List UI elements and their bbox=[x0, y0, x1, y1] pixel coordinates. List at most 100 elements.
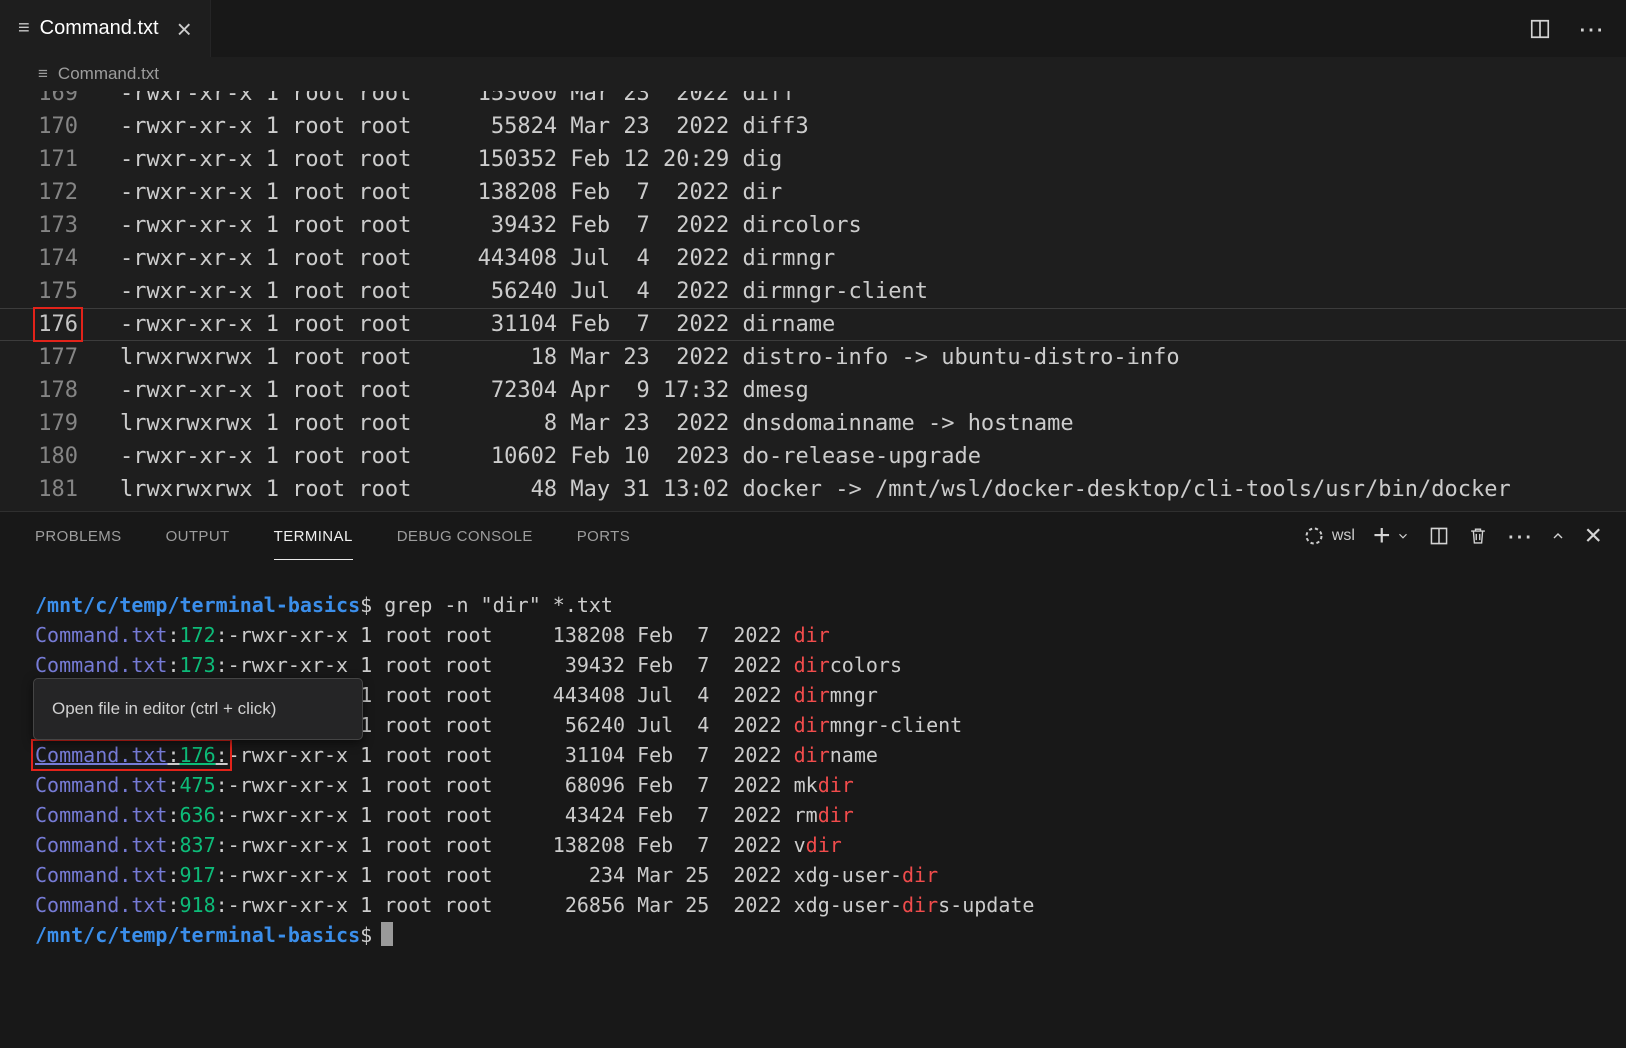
editor-line-row[interactable]: 175-rwxr-xr-x 1 root root 56240 Jul 4 20… bbox=[0, 275, 1626, 308]
panel-tab-label: DEBUG CONSOLE bbox=[397, 528, 533, 545]
link-tooltip: Open file in editor (ctrl + click) bbox=[33, 678, 363, 740]
grep-file-name: Command.txt bbox=[35, 773, 167, 797]
grep-line-number: 837 bbox=[180, 833, 216, 857]
grep-match: dir bbox=[794, 623, 830, 647]
grep-line-body: -rwxr-xr-x 1 root root 138208 Feb 7 2022 bbox=[228, 833, 794, 857]
kill-terminal-trash-icon[interactable] bbox=[1468, 526, 1488, 546]
editor-line-row[interactable]: 176-rwxr-xr-x 1 root root 31104 Feb 7 20… bbox=[0, 308, 1626, 341]
line-number: 169 bbox=[0, 91, 78, 110]
grep-match: dir bbox=[794, 743, 830, 767]
grep-match: dir bbox=[794, 653, 830, 677]
line-number: 172 bbox=[0, 176, 78, 209]
grep-file-name: Command.txt bbox=[35, 893, 167, 917]
editor-line-row[interactable]: 180-rwxr-xr-x 1 root root 10602 Feb 10 2… bbox=[0, 440, 1626, 473]
terminal-prompt: /mnt/c/temp/terminal-basics bbox=[35, 923, 360, 947]
grep-result-row: Command.txt:837:-rwxr-xr-x 1 root root 1… bbox=[35, 830, 1626, 860]
grep-match: dir bbox=[902, 863, 938, 887]
grep-file-link[interactable]: Command.txt:173: bbox=[35, 653, 228, 677]
editor-line-text: -rwxr-xr-x 1 root root 72304 Apr 9 17:32… bbox=[78, 374, 809, 407]
editor-tab-bar: ≡ Command.txt × ⋯ bbox=[0, 0, 1626, 57]
grep-file-name: Command.txt bbox=[35, 743, 167, 767]
grep-file-link[interactable]: Command.txt:475: bbox=[35, 773, 228, 797]
editor-line-text: lrwxrwxrwx 1 root root 8 Mar 23 2022 dns… bbox=[78, 407, 1074, 440]
grep-result-row: Command.txt:636:-rwxr-xr-x 1 root root 4… bbox=[35, 800, 1626, 830]
editor[interactable]: 169-rwxr-xr-x 1 root root 153080 Mar 23 … bbox=[0, 91, 1626, 511]
editor-line-text: lrwxrwxrwx 1 root root 48 May 31 13:02 d… bbox=[78, 473, 1511, 506]
line-number: 170 bbox=[0, 110, 78, 143]
editor-line-text: -rwxr-xr-x 1 root root 31104 Feb 7 2022 … bbox=[78, 308, 835, 341]
panel-tabs: PROBLEMS OUTPUT TERMINAL DEBUG CONSOLE P… bbox=[35, 512, 630, 560]
prompt-dollar: $ bbox=[360, 923, 372, 947]
terminal-profile-label: wsl bbox=[1332, 527, 1355, 545]
panel-tab-terminal[interactable]: TERMINAL bbox=[274, 512, 353, 560]
tab-close-icon[interactable]: × bbox=[177, 16, 192, 42]
terminal-command: grep -n "dir" *.txt bbox=[372, 593, 613, 617]
grep-match: dir bbox=[794, 713, 830, 737]
grep-line-body: -rwxr-xr-x 1 root root 39432 Feb 7 2022 bbox=[228, 653, 794, 677]
line-number: 181 bbox=[0, 473, 78, 506]
grep-line-number: 917 bbox=[180, 863, 216, 887]
terminal-more-actions-icon[interactable]: ⋯ bbox=[1506, 523, 1532, 549]
grep-file-link[interactable]: Command.txt:917: bbox=[35, 863, 228, 887]
editor-line-row[interactable]: 178-rwxr-xr-x 1 root root 72304 Apr 9 17… bbox=[0, 374, 1626, 407]
text-file-icon: ≡ bbox=[18, 17, 30, 40]
close-panel-icon[interactable]: × bbox=[1584, 521, 1602, 551]
grep-file-link[interactable]: Command.txt:918: bbox=[35, 893, 228, 917]
panel-tab-label: TERMINAL bbox=[274, 528, 353, 545]
line-number: 174 bbox=[0, 242, 78, 275]
terminal[interactable]: /mnt/c/temp/terminal-basics$ grep -n "di… bbox=[0, 560, 1626, 950]
grep-file-name: Command.txt bbox=[35, 623, 167, 647]
tab-title: Command.txt bbox=[40, 17, 159, 40]
line-number: 179 bbox=[0, 407, 78, 440]
grep-file-link[interactable]: Command.txt:176: bbox=[35, 743, 228, 767]
panel-tab-debug-console[interactable]: DEBUG CONSOLE bbox=[397, 512, 533, 560]
grep-file-link[interactable]: Command.txt:636: bbox=[35, 803, 228, 827]
maximize-panel-chevron-up-icon[interactable] bbox=[1550, 528, 1566, 544]
terminal-profile[interactable]: wsl bbox=[1304, 526, 1355, 546]
link-tooltip-text: Open file in editor (ctrl + click) bbox=[52, 699, 276, 719]
panel-tab-ports[interactable]: PORTS bbox=[577, 512, 630, 560]
new-terminal-icon[interactable]: + bbox=[1373, 521, 1391, 551]
grep-result-row: Command.txt:176:-rwxr-xr-x 1 root root 3… bbox=[35, 740, 1626, 770]
annotation-red-box: 176 bbox=[38, 312, 78, 337]
editor-line-row[interactable]: 171-rwxr-xr-x 1 root root 150352 Feb 12 … bbox=[0, 143, 1626, 176]
grep-file-link[interactable]: Command.txt:837: bbox=[35, 833, 228, 857]
editor-more-actions-icon[interactable]: ⋯ bbox=[1578, 16, 1604, 42]
line-number: 173 bbox=[0, 209, 78, 242]
editor-line-row[interactable]: 172-rwxr-xr-x 1 root root 138208 Feb 7 2… bbox=[0, 176, 1626, 209]
editor-line-row[interactable]: 181lrwxrwxrwx 1 root root 48 May 31 13:0… bbox=[0, 473, 1626, 506]
grep-line-number: 172 bbox=[180, 623, 216, 647]
editor-line-row[interactable]: 174-rwxr-xr-x 1 root root 443408 Jul 4 2… bbox=[0, 242, 1626, 275]
editor-tab-command-txt[interactable]: ≡ Command.txt × bbox=[0, 0, 211, 57]
grep-file-link[interactable]: Command.txt:172: bbox=[35, 623, 228, 647]
grep-line-body: -rwxr-xr-x 1 root root 31104 Feb 7 2022 bbox=[228, 743, 794, 767]
clipped-line: 169-rwxr-xr-x 1 root root 153080 Mar 23 … bbox=[0, 91, 1626, 110]
grep-result-row: Command.txt:173:-rwxr-xr-x 1 root root 3… bbox=[35, 650, 1626, 680]
grep-match: dir bbox=[806, 833, 842, 857]
text-file-icon: ≡ bbox=[38, 64, 48, 84]
grep-match: dir bbox=[794, 683, 830, 707]
line-number: 176 bbox=[0, 308, 78, 341]
grep-result-row: Command.txt:475:-rwxr-xr-x 1 root root 6… bbox=[35, 770, 1626, 800]
editor-line-row[interactable]: 170-rwxr-xr-x 1 root root 55824 Mar 23 2… bbox=[0, 110, 1626, 143]
editor-line-row[interactable]: 177lrwxrwxrwx 1 root root 18 Mar 23 2022… bbox=[0, 341, 1626, 374]
editor-line-row[interactable]: 173-rwxr-xr-x 1 root root 39432 Feb 7 20… bbox=[0, 209, 1626, 242]
editor-line-text: -rwxr-xr-x 1 root root 55824 Mar 23 2022… bbox=[78, 110, 809, 143]
split-editor-icon[interactable] bbox=[1528, 17, 1552, 41]
editor-line-row[interactable]: 169-rwxr-xr-x 1 root root 153080 Mar 23 … bbox=[0, 91, 1626, 110]
terminal-prompt-row: /mnt/c/temp/terminal-basics$ grep -n "di… bbox=[35, 590, 1626, 620]
panel-tab-output[interactable]: OUTPUT bbox=[166, 512, 230, 560]
grep-line-body: -rwxr-xr-x 1 root root 138208 Feb 7 2022 bbox=[228, 623, 794, 647]
editor-line-row[interactable]: 179lrwxrwxrwx 1 root root 8 Mar 23 2022 … bbox=[0, 407, 1626, 440]
breadcrumb-item-file[interactable]: Command.txt bbox=[58, 64, 159, 84]
line-number: 175 bbox=[0, 275, 78, 308]
grep-line-body: -rwxr-xr-x 1 root root 68096 Feb 7 2022 bbox=[228, 773, 794, 797]
split-terminal-icon[interactable] bbox=[1428, 525, 1450, 547]
panel-tab-problems[interactable]: PROBLEMS bbox=[35, 512, 122, 560]
grep-file-name: Command.txt bbox=[35, 653, 167, 677]
terminal-profile-dropdown-icon[interactable] bbox=[1396, 529, 1410, 543]
breadcrumb[interactable]: ≡ Command.txt bbox=[0, 57, 1626, 91]
terminal-prompt-row[interactable]: /mnt/c/temp/terminal-basics$ bbox=[35, 920, 1626, 950]
grep-result-row: Command.txt:918:-rwxr-xr-x 1 root root 2… bbox=[35, 890, 1626, 920]
panel-tab-label: OUTPUT bbox=[166, 528, 230, 545]
